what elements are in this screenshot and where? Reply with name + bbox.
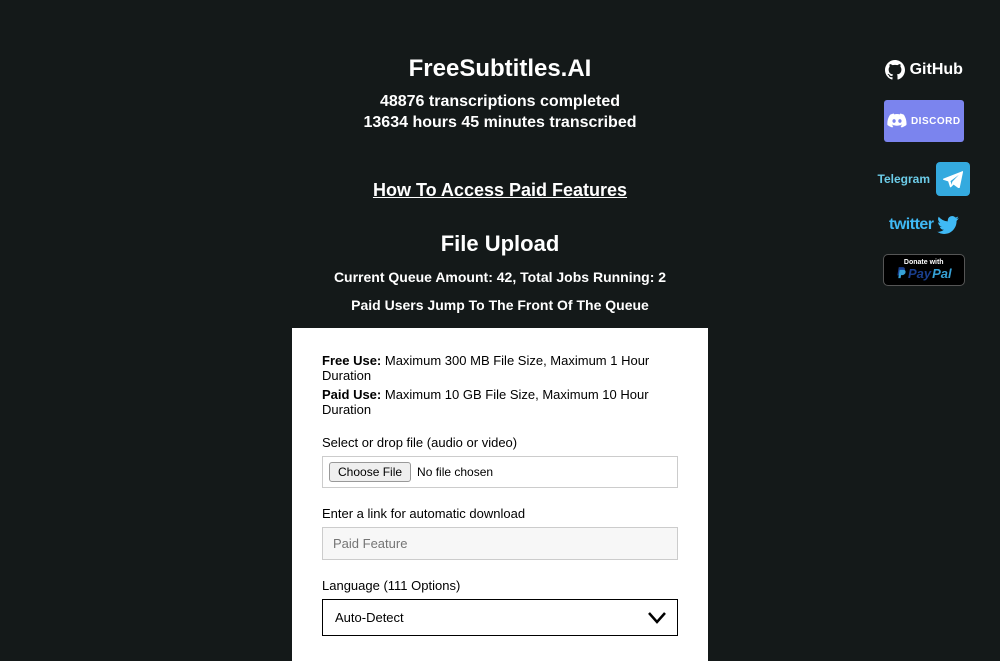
github-label: GitHub <box>910 61 963 79</box>
social-sidebar: GitHub DISCORD Telegram twitter Donate w… <box>878 60 970 286</box>
page-title: FreeSubtitles.AI <box>0 55 1000 83</box>
file-select-label: Select or drop file (audio or video) <box>322 435 678 450</box>
telegram-link[interactable]: Telegram <box>878 162 970 196</box>
file-input-row[interactable]: Choose File No file chosen <box>322 456 678 488</box>
paypal-donate-label: Donate with <box>904 259 944 266</box>
paid-features-link[interactable]: How To Access Paid Features <box>373 180 627 201</box>
language-label: Language (111 Options) <box>322 578 678 593</box>
discord-label: DISCORD <box>911 116 961 127</box>
github-link[interactable]: GitHub <box>885 60 963 80</box>
paypal-logo: PayPal <box>896 266 952 281</box>
github-icon <box>885 60 905 80</box>
file-upload-heading: File Upload <box>0 231 1000 257</box>
file-chosen-status: No file chosen <box>417 465 493 479</box>
paid-priority-note: Paid Users Jump To The Front Of The Queu… <box>0 297 1000 313</box>
main-content: FreeSubtitles.AI 48876 transcriptions co… <box>0 0 1000 661</box>
link-input-label: Enter a link for automatic download <box>322 506 678 521</box>
paypal-icon <box>896 267 907 281</box>
free-use-line: Free Use: Maximum 300 MB File Size, Maxi… <box>322 353 678 383</box>
paid-use-line: Paid Use: Maximum 10 GB File Size, Maxim… <box>322 387 678 417</box>
telegram-icon <box>943 170 963 188</box>
twitter-label: twitter <box>889 216 934 234</box>
paypal-donate-link[interactable]: Donate with PayPal <box>883 254 965 286</box>
telegram-label: Telegram <box>878 172 930 186</box>
transcriptions-stat: 48876 transcriptions completed <box>0 93 1000 111</box>
twitter-link[interactable]: twitter <box>889 216 959 234</box>
upload-card: Free Use: Maximum 300 MB File Size, Maxi… <box>292 328 708 661</box>
discord-link[interactable]: DISCORD <box>884 100 964 142</box>
language-select[interactable]: Auto-Detect <box>322 599 678 636</box>
telegram-tile <box>936 162 970 196</box>
language-select-wrap[interactable]: Auto-Detect <box>322 599 678 636</box>
free-use-label: Free Use: <box>322 353 381 368</box>
twitter-icon <box>937 216 959 234</box>
download-link-input[interactable] <box>322 527 678 560</box>
paypal-pal-text: Pal <box>932 266 952 281</box>
queue-status: Current Queue Amount: 42, Total Jobs Run… <box>0 269 1000 285</box>
paypal-pay-text: Pay <box>908 266 931 281</box>
discord-icon <box>887 113 907 129</box>
hours-stat: 13634 hours 45 minutes transcribed <box>0 114 1000 132</box>
paid-use-label: Paid Use: <box>322 387 381 402</box>
choose-file-button[interactable]: Choose File <box>329 462 411 482</box>
